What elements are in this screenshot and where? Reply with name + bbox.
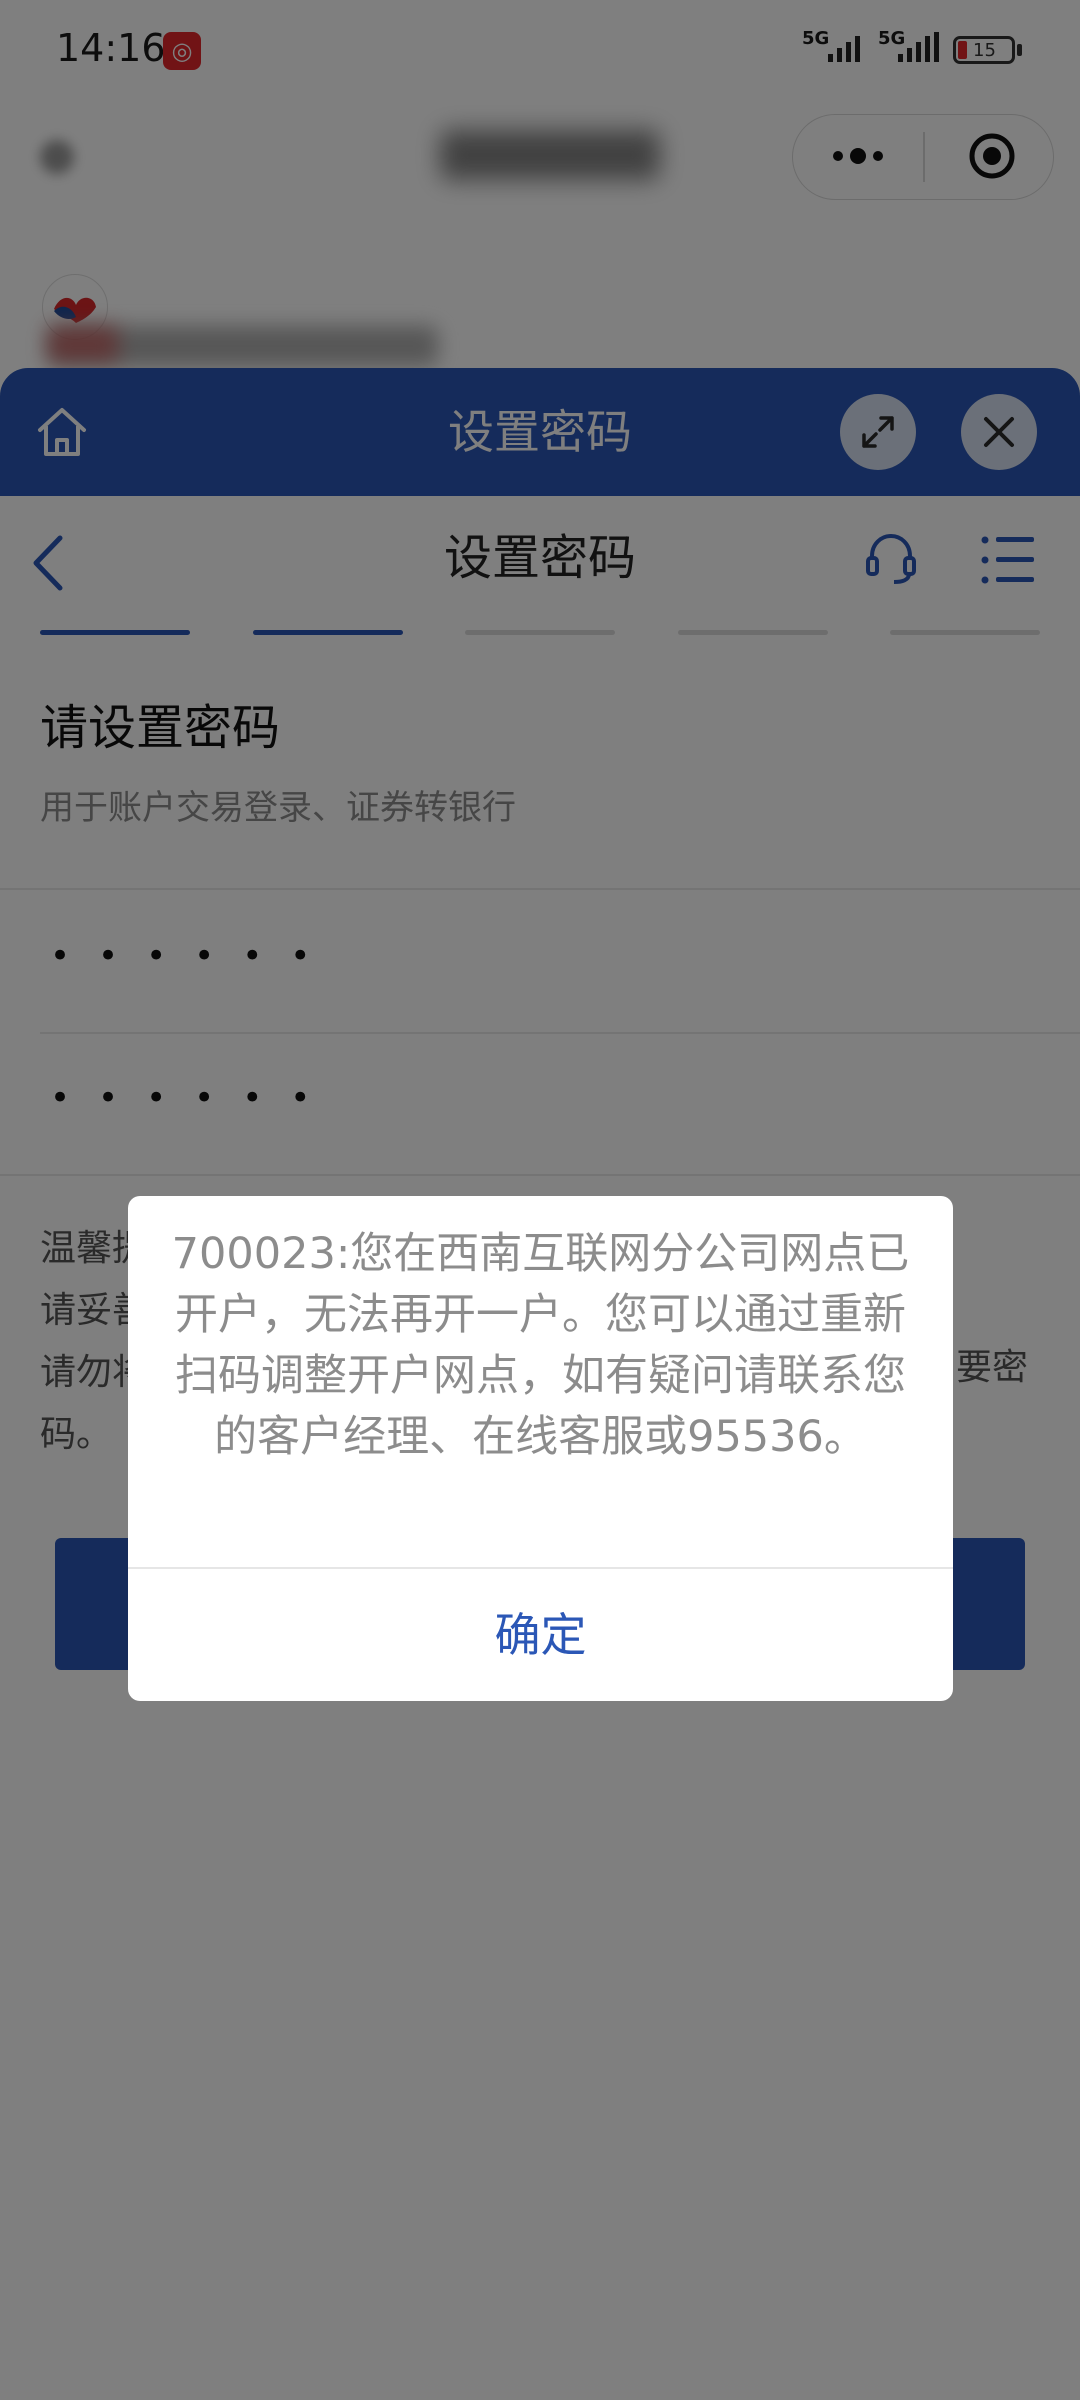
alert-dialog: 700023:您在西南互联网分公司网点已开户，无法再开一户。您可以通过重新扫码调… <box>128 1196 953 1701</box>
confirm-button[interactable]: 确定 <box>128 1569 953 1701</box>
dialog-message: 700023:您在西南互联网分公司网点已开户，无法再开一户。您可以通过重新扫码调… <box>171 1229 910 1462</box>
